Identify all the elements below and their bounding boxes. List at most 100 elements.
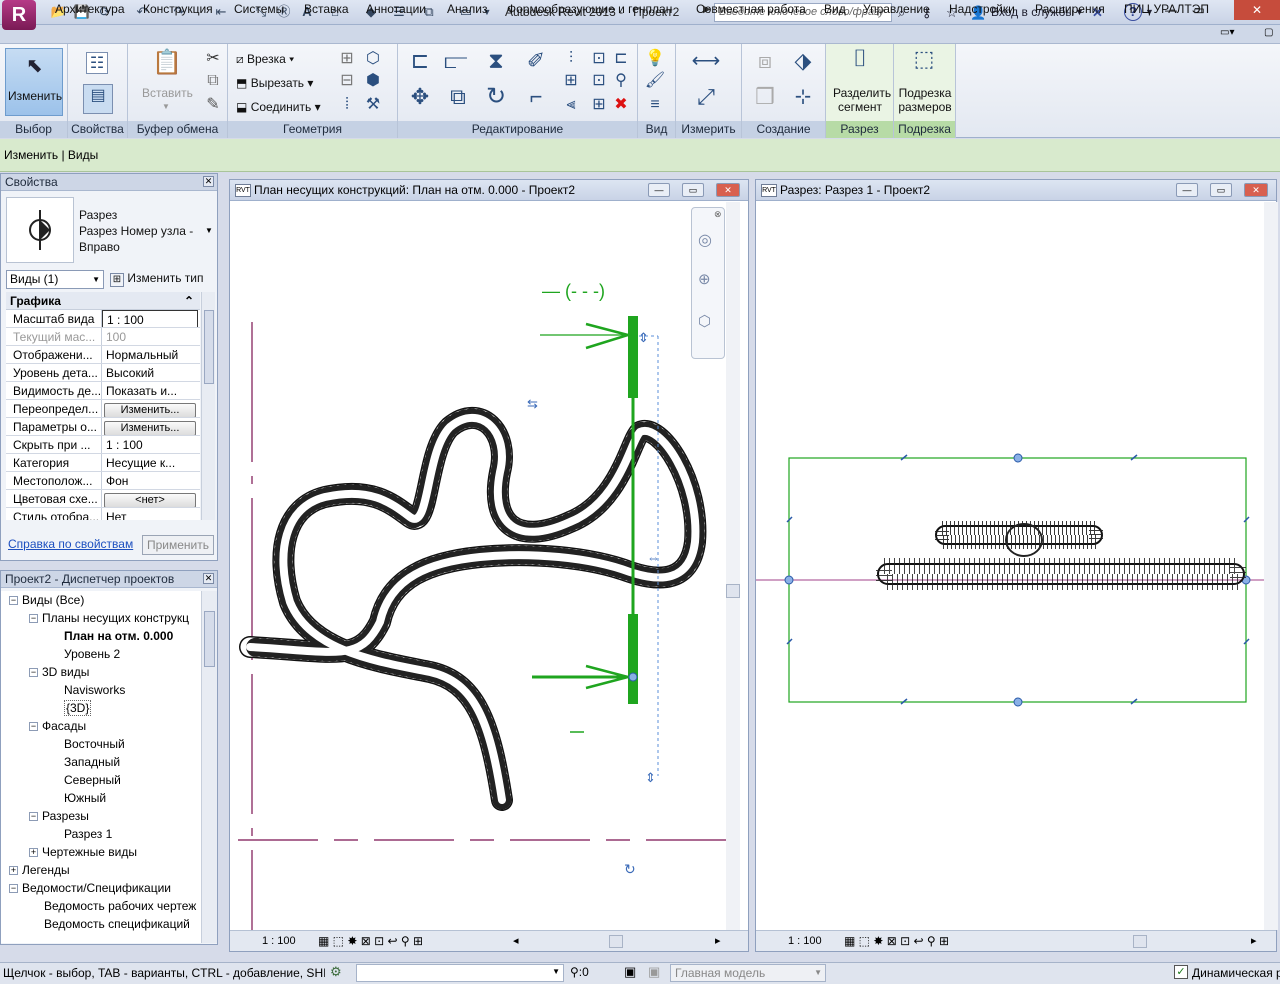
- collapse-icon[interactable]: −: [29, 812, 38, 822]
- plan-vertical-scrollbar[interactable]: [726, 202, 740, 930]
- section-close-button[interactable]: ✕: [1244, 183, 1268, 197]
- type-properties-icon[interactable]: ▤: [83, 84, 113, 114]
- copy-icon[interactable]: ⧉: [202, 70, 224, 92]
- zoom-icon[interactable]: ⊕: [698, 270, 711, 288]
- plan-hscroll-left-icon[interactable]: ◂: [513, 931, 519, 952]
- section-canvas[interactable]: [756, 202, 1264, 930]
- wall-joins-icon[interactable]: ⊞: [336, 48, 358, 70]
- pin-position-icon[interactable]: ⚲: [610, 70, 632, 92]
- tree-node[interactable]: Ведомость спецификаций: [1, 915, 201, 933]
- property-edit-button[interactable]: <нет>: [104, 493, 196, 507]
- workset-select[interactable]: ▼: [356, 964, 564, 982]
- property-row[interactable]: Масштаб вида 1 : 100: [6, 310, 200, 328]
- create-similar-icon[interactable]: ⊹: [788, 86, 818, 114]
- group-graphics[interactable]: Графика ⌃: [6, 292, 200, 310]
- expand-icon[interactable]: +: [9, 866, 18, 876]
- worksets-icon[interactable]: ⚙: [330, 964, 342, 980]
- plan-restore-button[interactable]: ▭: [682, 183, 704, 197]
- steering-wheel-icon[interactable]: ◎: [698, 230, 712, 250]
- ribbon-close-icon[interactable]: ▢: [1264, 27, 1273, 38]
- section-hscroll-right-icon[interactable]: ▸: [1251, 931, 1257, 952]
- paste-dropdown-icon[interactable]: ▼: [162, 102, 170, 111]
- tab-10[interactable]: Надстройки: [949, 1, 1015, 18]
- browser-scrollbar[interactable]: [201, 591, 217, 943]
- create-parts-icon[interactable]: ⬗: [788, 50, 818, 78]
- paste-button[interactable]: Вставить: [142, 86, 193, 100]
- tab-8[interactable]: Вид: [824, 1, 846, 18]
- tree-node[interactable]: Южный: [1, 789, 201, 807]
- tab-2[interactable]: Системы: [234, 1, 284, 18]
- mirror-axis-icon[interactable]: ⧗: [482, 50, 510, 78]
- edit-type-button[interactable]: ⊞ Изменить тип: [110, 271, 204, 287]
- plan-close-button[interactable]: ✕: [716, 183, 740, 197]
- property-row[interactable]: Местополож... Фон: [6, 472, 200, 490]
- create-group-icon[interactable]: ❒: [750, 86, 780, 114]
- property-row[interactable]: Переопредел... Изменить...: [6, 400, 200, 418]
- tab-3[interactable]: Вставка: [304, 1, 349, 18]
- ribbon-minimize-icon[interactable]: ▭▾: [1220, 27, 1234, 38]
- lock-icon[interactable]: ⊏: [610, 48, 632, 70]
- cut-icon[interactable]: ✂: [202, 48, 224, 70]
- mirror-draw-icon[interactable]: ✐: [522, 50, 550, 78]
- tab-1[interactable]: Конструкция: [143, 1, 213, 18]
- properties-icon[interactable]: ☷: [86, 52, 108, 74]
- 2d-zoom-icon[interactable]: ⬡: [698, 312, 711, 330]
- rotate-icon[interactable]: ↻: [482, 85, 510, 114]
- tree-node[interactable]: Navisworks: [1, 681, 201, 699]
- type-name[interactable]: Разрез Номер узла -: [79, 224, 193, 238]
- section-vertical-scrollbar[interactable]: [1264, 202, 1278, 930]
- properties-help-link[interactable]: Справка по свойствам: [8, 537, 133, 551]
- property-row[interactable]: Текущий мас... 100: [6, 328, 200, 346]
- expand-icon[interactable]: +: [29, 848, 38, 858]
- crop-size-button[interactable]: Подрезка размеров: [897, 86, 953, 114]
- design-option-select[interactable]: Главная модель ▼: [670, 964, 826, 982]
- property-row[interactable]: Скрыть при ... 1 : 100: [6, 436, 200, 454]
- tab-4[interactable]: Аннотации: [366, 1, 426, 18]
- window-close-button[interactable]: ✕: [1234, 0, 1280, 20]
- tab-12[interactable]: ПИЦ УРАЛТЭП: [1124, 1, 1209, 18]
- tab-11[interactable]: Расширения: [1035, 1, 1105, 18]
- property-value[interactable]: 1 : 100: [102, 310, 198, 327]
- modify-button[interactable]: ⬉ Изменить: [5, 48, 63, 116]
- paint-icon[interactable]: ⬢: [362, 70, 384, 92]
- tree-node[interactable]: Ведомость рабочих чертеж: [1, 897, 201, 915]
- property-edit-button[interactable]: Изменить...: [104, 421, 196, 435]
- tree-node[interactable]: Западный: [1, 753, 201, 771]
- plan-minimize-button[interactable]: —: [648, 183, 670, 197]
- property-row[interactable]: Видимость де... Показать и...: [6, 382, 200, 400]
- tree-node[interactable]: Уровень 2: [1, 645, 201, 663]
- create-assembly-icon[interactable]: ⧈: [750, 50, 780, 78]
- paste-icon[interactable]: 📋: [152, 51, 182, 82]
- align-icon[interactable]: ⊏: [406, 50, 434, 78]
- tree-node[interactable]: − Разрезы: [1, 807, 201, 825]
- plan-vscroll-thumb[interactable]: [726, 584, 740, 598]
- plan-scale[interactable]: 1 : 100: [262, 931, 296, 952]
- tree-node[interactable]: Восточный: [1, 735, 201, 753]
- tab-6[interactable]: Формообразующие и генплан: [507, 1, 672, 18]
- pin-icon[interactable]: ⊞: [588, 94, 610, 116]
- tree-node[interactable]: + Легенды: [1, 861, 201, 879]
- revit-logo-icon[interactable]: R: [2, 0, 36, 30]
- split-segment-button[interactable]: Разделить сегмент: [833, 86, 891, 114]
- copy-element-icon[interactable]: ⧉: [444, 86, 472, 114]
- tree-node[interactable]: − Виды (Все): [1, 591, 201, 609]
- hammer-icon[interactable]: ⚒: [362, 94, 384, 116]
- cope-button[interactable]: ⧄ Врезка ▾: [236, 52, 294, 66]
- unpin-icon[interactable]: ⊡: [588, 48, 610, 70]
- property-row[interactable]: Параметры о... Изменить...: [6, 418, 200, 436]
- nav-close-icon[interactable]: ⊗: [714, 209, 722, 220]
- property-row[interactable]: Стиль отобра... Нет: [6, 508, 200, 520]
- tree-node[interactable]: План на отм. 0.000: [1, 627, 201, 645]
- hide-icon[interactable]: 💡: [644, 48, 666, 70]
- tab-7[interactable]: Совместная работа: [696, 1, 806, 18]
- property-row[interactable]: Уровень дета... Высокий: [6, 364, 200, 382]
- properties-scrollbar[interactable]: [201, 292, 215, 520]
- override-icon[interactable]: 🖌: [644, 70, 666, 92]
- scale-icon[interactable]: ⊡: [588, 70, 610, 92]
- aligned-dimension-icon[interactable]: ⤢: [686, 86, 726, 108]
- tree-node[interactable]: − Фасады: [1, 717, 201, 735]
- browser-scroll-thumb[interactable]: [204, 611, 215, 667]
- linework-icon[interactable]: ≡: [644, 94, 666, 116]
- property-row[interactable]: Отображени... Нормальный: [6, 346, 200, 364]
- filter-count[interactable]: ⚲:0: [570, 965, 589, 979]
